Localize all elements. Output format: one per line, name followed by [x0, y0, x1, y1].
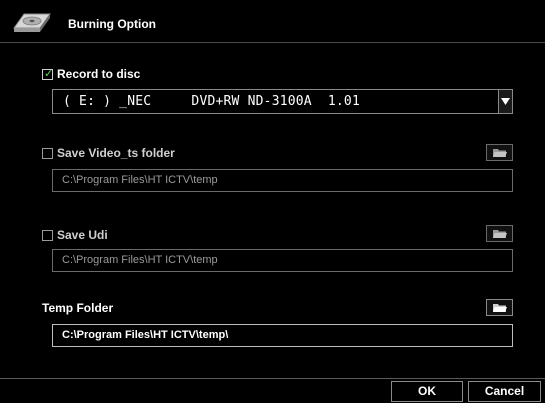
- folder-icon: [493, 304, 507, 312]
- save-udi-label: Save Udi: [57, 228, 108, 242]
- check-icon: ✓: [44, 68, 54, 80]
- browse-temp-button[interactable]: [486, 299, 513, 316]
- cancel-button[interactable]: Cancel: [468, 381, 541, 402]
- drive-select-value: ( E: ) _NEC DVD+RW ND-3100A 1.01: [63, 94, 360, 109]
- folder-icon: [493, 230, 507, 238]
- udi-path-field[interactable]: C:\Program Files\HT ICTV\temp: [52, 249, 513, 272]
- dropdown-button[interactable]: [498, 90, 512, 113]
- burning-option-dialog: Burning Option ✓ Record to disc ( E: ) _…: [0, 0, 545, 403]
- save-video-ts-label: Save Video_ts folder: [57, 146, 175, 160]
- video-ts-path-field[interactable]: C:\Program Files\HT ICTV\temp: [52, 169, 513, 192]
- save-udi-checkbox[interactable]: [42, 230, 53, 241]
- record-to-disc-checkbox[interactable]: ✓: [42, 68, 54, 80]
- video-ts-path: C:\Program Files\HT ICTV\temp: [62, 174, 218, 186]
- drive-select[interactable]: ( E: ) _NEC DVD+RW ND-3100A 1.01: [52, 89, 513, 114]
- title-bar: Burning Option: [0, 0, 545, 43]
- ok-button[interactable]: OK: [391, 381, 463, 402]
- disc-drive-icon: [10, 10, 54, 34]
- dialog-footer: [0, 378, 545, 403]
- dialog-title: Burning Option: [68, 17, 156, 31]
- browse-video-ts-button[interactable]: [486, 144, 513, 161]
- chevron-down-icon: [501, 98, 510, 105]
- temp-path-field[interactable]: C:\Program Files\HT ICTV\temp\: [52, 324, 513, 347]
- save-video-ts-checkbox[interactable]: [42, 148, 53, 159]
- temp-folder-label: Temp Folder: [42, 301, 114, 315]
- udi-path: C:\Program Files\HT ICTV\temp: [62, 254, 218, 266]
- record-to-disc-label: Record to disc: [57, 67, 141, 81]
- temp-path: C:\Program Files\HT ICTV\temp\: [62, 329, 229, 341]
- folder-icon: [493, 149, 507, 157]
- browse-udi-button[interactable]: [486, 225, 513, 242]
